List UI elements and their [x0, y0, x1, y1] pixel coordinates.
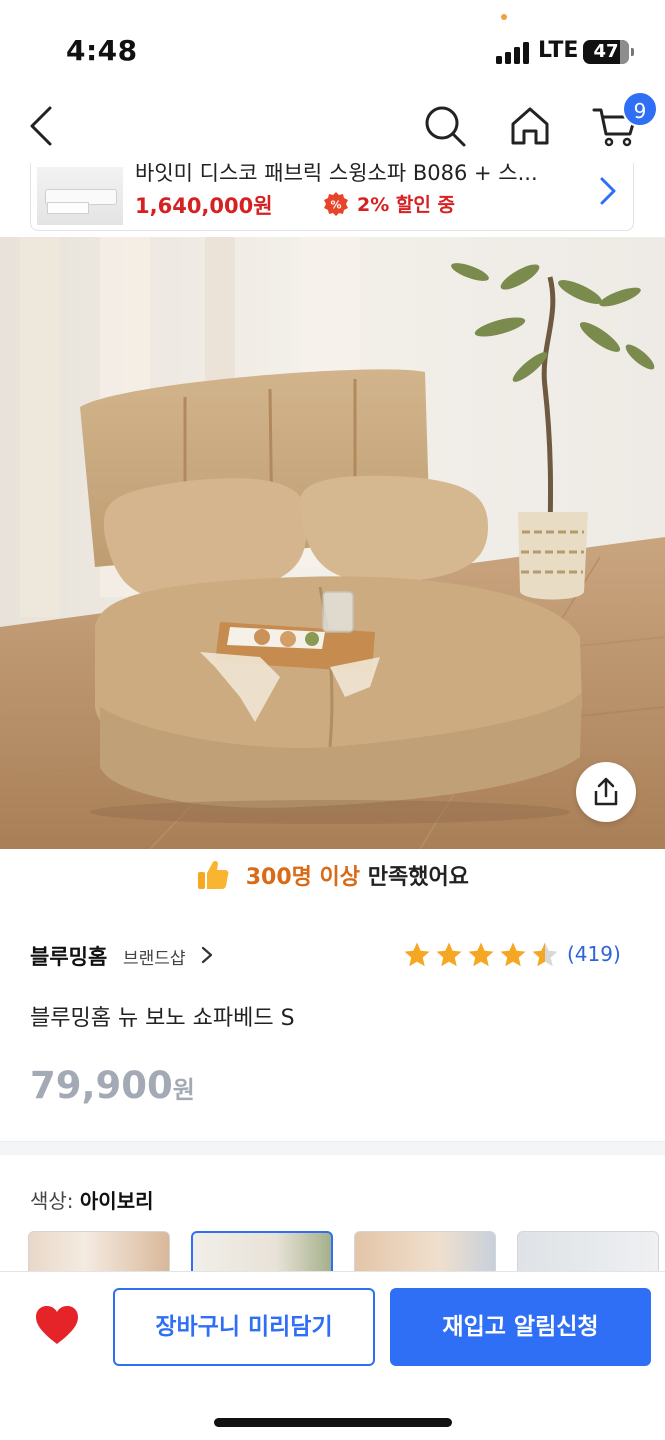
- share-button[interactable]: [576, 762, 636, 822]
- star-icon: [436, 942, 462, 967]
- color-swatches: [28, 1231, 665, 1291]
- star-icon: [404, 942, 430, 967]
- review-count[interactable]: (419): [567, 942, 621, 966]
- product-name: 블루밍홈 뉴 보노 쇼파베드 S: [30, 1006, 295, 1031]
- chevron-right-icon: [201, 946, 213, 964]
- recommended-product-price: 1,640,000원: [135, 194, 273, 218]
- rating-stars[interactable]: [402, 940, 562, 970]
- brand-shop-link[interactable]: 브랜드샵: [123, 944, 186, 969]
- home-icon: [511, 107, 549, 145]
- product-price-unit: 원: [172, 1076, 195, 1104]
- star-icon: [468, 942, 494, 967]
- chevron-left-icon: [30, 106, 52, 146]
- star-icon: [500, 942, 526, 967]
- recommended-product-thumbnail: [37, 167, 123, 225]
- recommended-product-title: 바잇미 디스코 패브릭 스윙소파 B086 + 스...: [135, 163, 538, 185]
- battery-level: 47: [593, 41, 619, 62]
- recommended-product-discount: 2% 할인 중: [357, 194, 455, 216]
- home-button[interactable]: [508, 104, 552, 148]
- thumbs-up-icon: [198, 860, 229, 889]
- product-image[interactable]: [0, 237, 665, 849]
- share-icon: [594, 777, 618, 806]
- bottom-action-bar: 장바구니 미리담기 재입고 알림신청: [0, 1271, 665, 1440]
- color-option-label: 색상: 아이보리: [30, 1185, 154, 1214]
- recording-indicator: [501, 14, 507, 20]
- signal-icon: [496, 42, 532, 64]
- discount-icon: %: [324, 192, 348, 216]
- cart-count-badge: 9: [622, 91, 658, 127]
- search-button[interactable]: [423, 104, 467, 148]
- half-star-icon: [532, 942, 558, 967]
- restock-notify-button[interactable]: 재입고 알림신청: [390, 1288, 651, 1366]
- product-price-value: 79,900: [30, 1064, 173, 1107]
- add-to-cart-button[interactable]: 장바구니 미리담기: [113, 1288, 375, 1366]
- color-label: 색상:: [30, 1189, 74, 1213]
- back-button[interactable]: [24, 104, 64, 148]
- chevron-right-icon: [600, 177, 616, 205]
- section-divider: [0, 1141, 665, 1155]
- heart-icon[interactable]: [34, 1304, 80, 1346]
- top-navigation: 9: [0, 90, 665, 162]
- satisfaction-text: 만족했어요: [367, 865, 469, 890]
- search-icon: [425, 106, 466, 147]
- status-time: 4:48: [66, 34, 138, 67]
- network-label: LTE: [538, 38, 579, 63]
- battery-icon: 47: [583, 40, 634, 64]
- color-value: 아이보리: [79, 1189, 154, 1213]
- brand-name[interactable]: 블루밍홈: [30, 941, 107, 971]
- recommended-product-card[interactable]: 바잇미 디스코 패브릭 스윙소파 B086 + 스... 1,640,000원 …: [30, 163, 634, 231]
- product-price: 79,900원: [30, 1064, 195, 1107]
- svg-text:%: %: [330, 199, 341, 212]
- satisfaction-banner: 300명 이상 만족했어요: [0, 858, 665, 904]
- home-indicator: [214, 1418, 452, 1427]
- status-bar: 4:48 LTE 47: [0, 0, 665, 90]
- satisfaction-count: 300명 이상: [245, 865, 361, 890]
